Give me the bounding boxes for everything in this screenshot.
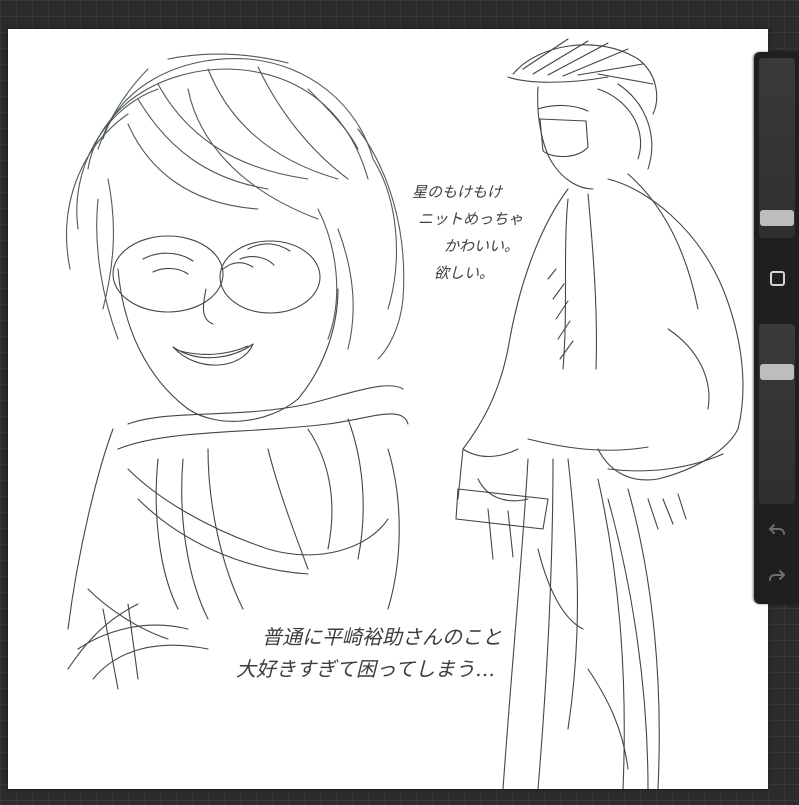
note-line: 欲しい。 [434, 264, 495, 282]
note-line: ニットめっちゃ [418, 210, 524, 228]
handwritten-note-confession: 普通に平崎裕助さんのこと 大好きすぎて困ってしまう… [236, 621, 502, 685]
modify-button[interactable] [759, 260, 795, 296]
brush-opacity-slider[interactable] [759, 324, 795, 504]
left-figure-face [112, 235, 339, 422]
brush-size-slider[interactable] [759, 58, 795, 238]
undo-icon [769, 524, 785, 535]
drawing-canvas[interactable]: 星のもけもけ ニットめっちゃ かわいい。 欲しい。 普通に平崎裕助さんのこと 大… [8, 29, 768, 789]
square-icon [769, 270, 785, 286]
tool-sidebar [754, 52, 799, 604]
left-figure-hair [66, 53, 405, 360]
right-figure-cap-head [507, 38, 658, 190]
brush-size-thumb[interactable] [760, 210, 794, 226]
note-line: 星のもけもけ [412, 183, 503, 201]
redo-button[interactable] [759, 558, 795, 594]
brush-opacity-thumb[interactable] [760, 364, 794, 380]
note-line: 普通に平崎裕助さんのこと [262, 625, 502, 649]
note-line: かわいい。 [444, 237, 520, 255]
redo-icon [769, 570, 785, 581]
right-figure-legs [487, 458, 687, 789]
undo-button[interactable] [759, 512, 795, 548]
handwritten-note-knit: 星のもけもけ ニットめっちゃ かわいい。 欲しい。 [412, 179, 523, 287]
note-line: 大好きすぎて困ってしまう… [236, 657, 495, 681]
